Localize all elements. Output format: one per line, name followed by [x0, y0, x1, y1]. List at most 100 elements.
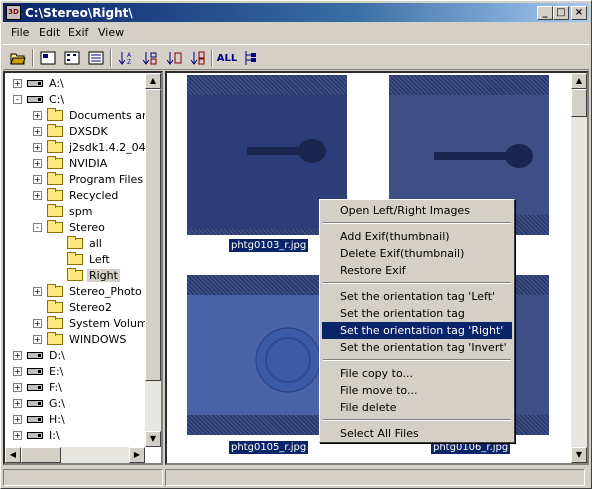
tree-node-label[interactable]: C:\ — [47, 93, 66, 106]
expand-icon[interactable]: + — [13, 382, 22, 392]
tree-node[interactable]: - Stereo — [33, 219, 107, 235]
scroll-up-button[interactable]: ▲ — [571, 73, 587, 89]
hscroll-thumb[interactable] — [21, 447, 61, 463]
context-menu-item[interactable]: Add Exif(thumbnail) — [322, 228, 512, 245]
thumbnail-caption[interactable]: phtg0105_r.jpg — [229, 441, 309, 454]
scroll-right-button[interactable]: ▶ — [129, 447, 145, 463]
sort-by-name-icon[interactable]: AZ — [115, 48, 136, 68]
sort-by-date-icon[interactable] — [163, 48, 184, 68]
tree-node[interactable]: + D:\ — [13, 347, 67, 363]
tree-node[interactable]: + H:\ — [13, 411, 67, 427]
scroll-thumb[interactable] — [145, 89, 161, 381]
small-icons-view-icon[interactable] — [61, 48, 82, 68]
expand-icon[interactable]: + — [33, 126, 42, 136]
menu-edit[interactable]: Edit — [39, 26, 60, 39]
tree-node-label[interactable]: Recycled — [67, 189, 120, 202]
details-view-icon[interactable] — [85, 48, 106, 68]
context-menu-item[interactable]: File move to... — [322, 382, 512, 399]
expand-icon[interactable]: + — [33, 190, 42, 200]
tree-node-label[interactable]: WINDOWS — [67, 333, 128, 346]
tree-node-label[interactable]: Stereo_Photo — [67, 285, 144, 298]
tree-node[interactable]: all — [53, 235, 104, 251]
tree-node[interactable]: + j2sdk1.4.2_04 — [33, 139, 148, 155]
tree-node-label[interactable]: DXSDK — [67, 125, 110, 138]
maximize-button[interactable]: □ — [553, 6, 569, 20]
tree-node[interactable]: + NVIDIA — [33, 155, 109, 171]
sort-by-type-icon[interactable] — [187, 48, 208, 68]
tree-node-label[interactable]: F:\ — [47, 381, 64, 394]
close-button[interactable]: × — [571, 6, 587, 20]
tree-node-label[interactable]: D:\ — [47, 349, 67, 362]
tree-node[interactable]: Left — [53, 251, 112, 267]
menu-file[interactable]: File — [11, 26, 29, 39]
tree-node[interactable]: + DXSDK — [33, 123, 110, 139]
tree-node-label[interactable]: NVIDIA — [67, 157, 109, 170]
context-menu-item[interactable]: Set the orientation tag 'Invert' — [322, 339, 512, 356]
menu-view[interactable]: View — [98, 26, 124, 39]
collapse-icon[interactable]: - — [33, 222, 42, 232]
expand-icon[interactable]: + — [13, 78, 22, 88]
minimize-button[interactable]: _ — [537, 6, 553, 20]
tree-vertical-scrollbar[interactable]: ▲ ▼ — [145, 73, 161, 447]
collapse-icon[interactable]: - — [13, 94, 22, 104]
tree-node[interactable]: + I:\ — [13, 427, 62, 443]
scroll-left-button[interactable]: ◀ — [5, 447, 21, 463]
tree-node-label[interactable]: A:\ — [47, 77, 66, 90]
large-icons-view-icon[interactable] — [37, 48, 58, 68]
menu-exif[interactable]: Exif — [68, 26, 88, 39]
folder-tree[interactable]: + A:\ - C:\ + Documents and + DXSDK + j2sdk1.4.2_… — [3, 71, 163, 465]
tree-view-icon[interactable] — [239, 48, 260, 68]
tree-node[interactable]: + System Volume — [33, 315, 156, 331]
expand-icon[interactable]: + — [13, 366, 22, 376]
tree-node-label[interactable]: j2sdk1.4.2_04 — [67, 141, 148, 154]
title-bar[interactable]: 3D C:\Stereo\Right\ _ □ × — [3, 3, 589, 22]
tree-node[interactable]: + A:\ — [13, 75, 66, 91]
thumbnail-caption[interactable]: phtg0103_r.jpg — [229, 239, 309, 252]
expand-icon[interactable]: + — [33, 334, 42, 344]
expand-icon[interactable]: + — [33, 286, 42, 296]
tree-node[interactable]: spm — [33, 203, 94, 219]
context-menu-item[interactable]: File copy to... — [322, 365, 512, 382]
view-vertical-scrollbar[interactable]: ▲ ▼ — [571, 73, 587, 463]
tree-node[interactable]: + WINDOWS — [33, 331, 128, 347]
tree-node-label[interactable]: Stereo2 — [67, 301, 114, 314]
expand-icon[interactable]: + — [13, 414, 22, 424]
tree-node[interactable]: + G:\ — [13, 395, 67, 411]
expand-icon[interactable]: + — [13, 398, 22, 408]
select-all-button[interactable]: ALL — [215, 48, 239, 68]
tree-node-label[interactable]: H:\ — [47, 413, 67, 426]
tree-node[interactable]: + Program Files — [33, 171, 145, 187]
tree-horizontal-scrollbar[interactable]: ◀ ▶ — [5, 447, 145, 463]
context-menu-item[interactable]: File delete — [322, 399, 512, 416]
context-menu-item[interactable]: Restore Exif — [322, 262, 512, 279]
tree-node[interactable]: Right — [53, 267, 120, 283]
tree-node[interactable]: + Stereo_Photo — [33, 283, 144, 299]
context-menu-item[interactable]: Open Left/Right Images — [322, 202, 512, 219]
tree-node-label[interactable]: G:\ — [47, 397, 67, 410]
tree-node-label[interactable]: E:\ — [47, 365, 65, 378]
scroll-down-button[interactable]: ▼ — [571, 447, 587, 463]
scroll-down-button[interactable]: ▼ — [145, 431, 161, 447]
scroll-thumb[interactable] — [571, 89, 587, 117]
tree-node[interactable]: + F:\ — [13, 379, 64, 395]
expand-icon[interactable]: + — [33, 142, 42, 152]
tree-node[interactable]: + Documents and — [33, 107, 158, 123]
expand-icon[interactable]: + — [13, 430, 22, 440]
tree-node-label[interactable]: all — [87, 237, 104, 250]
tree-node-label[interactable]: spm — [67, 205, 94, 218]
tree-node-label[interactable]: Left — [87, 253, 112, 266]
expand-icon[interactable]: + — [33, 158, 42, 168]
sort-by-size-icon[interactable] — [139, 48, 160, 68]
context-menu-item[interactable]: Set the orientation tag 'Left' — [322, 288, 512, 305]
context-menu-item[interactable]: Select All Files — [322, 425, 512, 442]
tree-node[interactable]: - C:\ — [13, 91, 66, 107]
context-menu-item[interactable]: Delete Exif(thumbnail) — [322, 245, 512, 262]
expand-icon[interactable]: + — [33, 318, 42, 328]
tree-node-label[interactable]: System Volume — [67, 317, 156, 330]
tree-node[interactable]: Stereo2 — [33, 299, 114, 315]
expand-icon[interactable]: + — [33, 174, 42, 184]
open-folder-icon[interactable] — [7, 48, 28, 68]
context-menu-item[interactable]: Set the orientation tag 'Right' — [322, 322, 512, 339]
app-icon[interactable]: 3D — [6, 5, 21, 20]
tree-node-label[interactable]: Stereo — [67, 221, 107, 234]
